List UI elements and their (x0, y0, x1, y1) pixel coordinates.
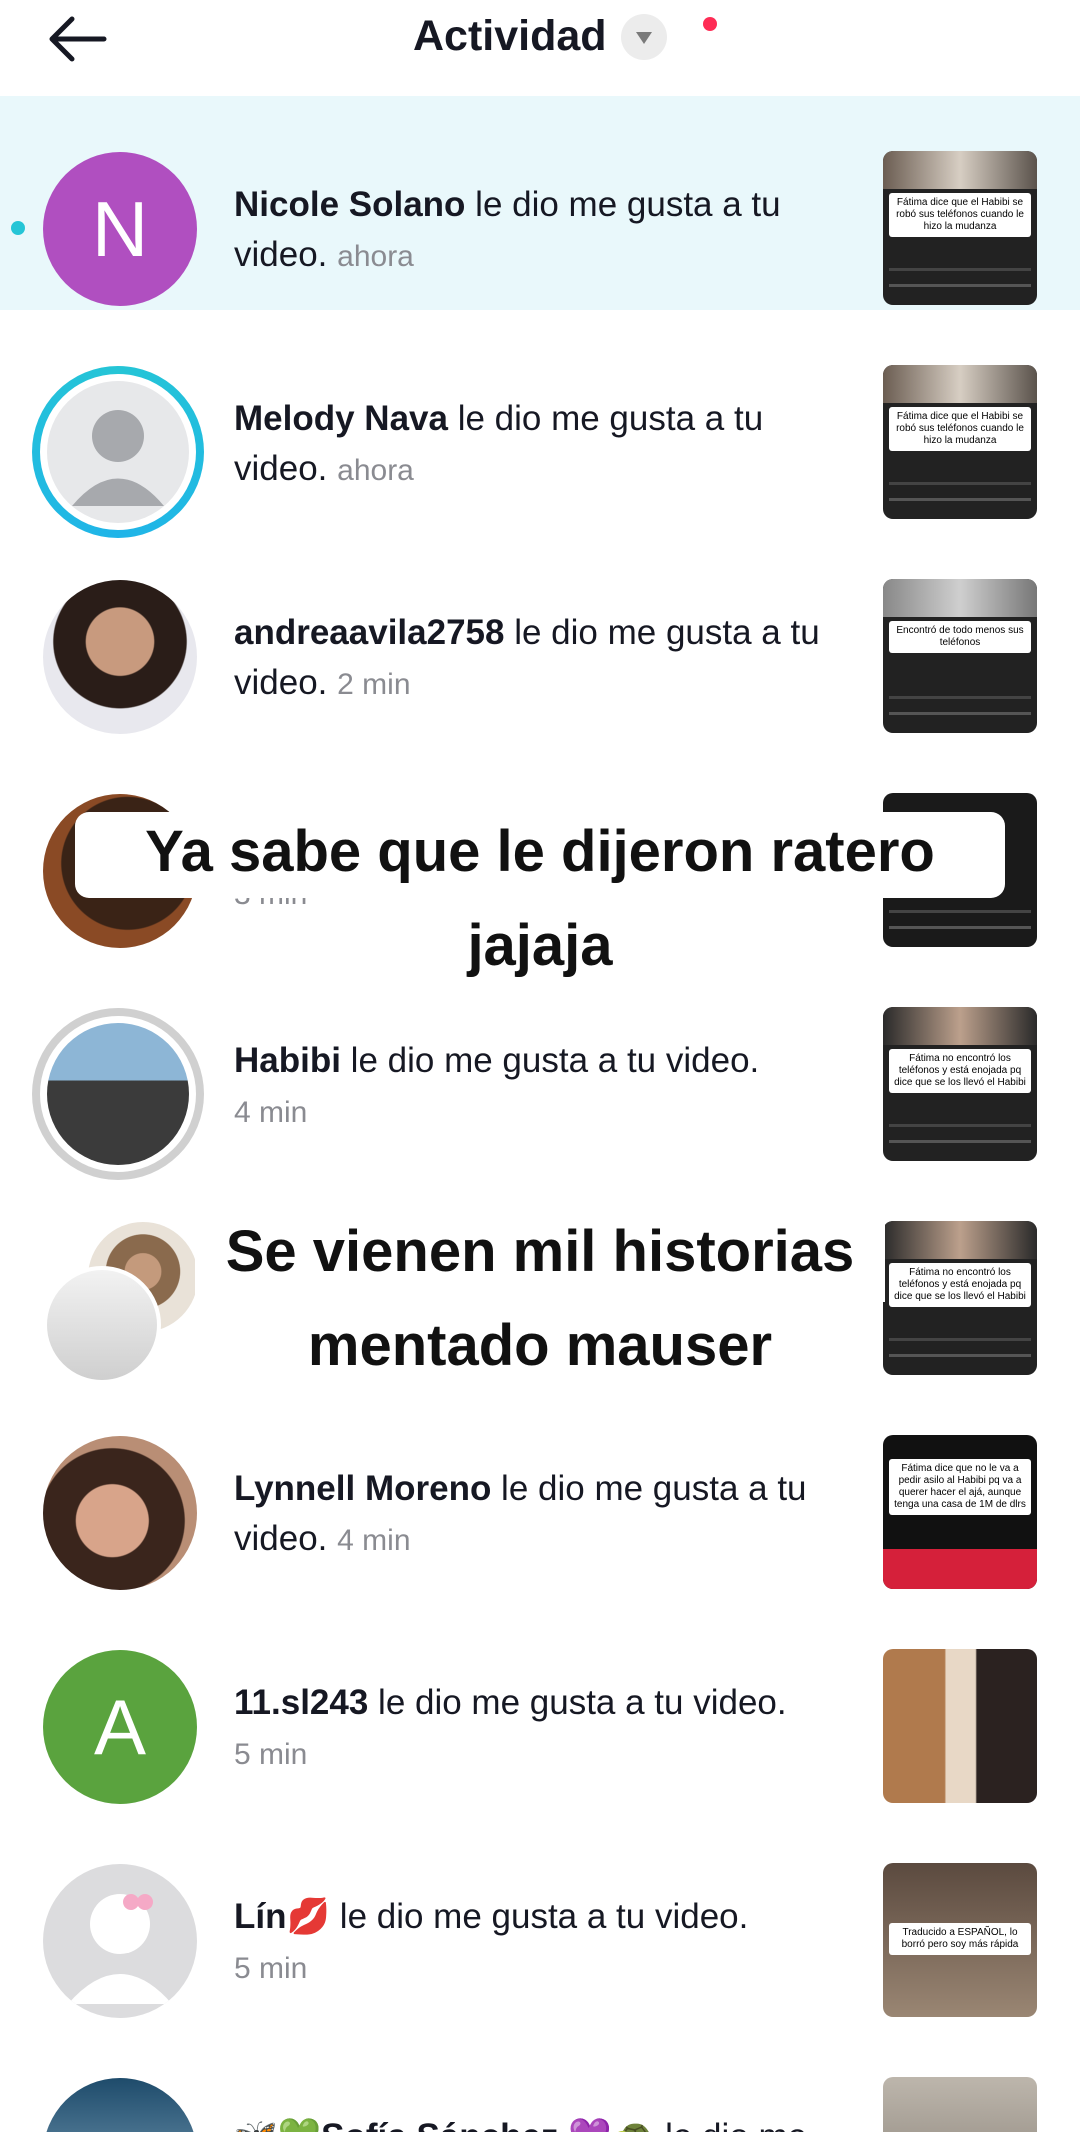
notification-text: andreaavila2758 le dio me gusta a tu vid… (234, 608, 854, 710)
avatar[interactable]: A (43, 1650, 197, 1804)
thumbnail-caption: Fátima no encontró los teléfonos y está … (889, 1049, 1031, 1093)
video-thumbnail[interactable]: Traducido a ESPAÑOL, lo borró pero soy m… (883, 1863, 1037, 2017)
notification-row[interactable]: andreaavila2758 le dio me gusta a tu vid… (0, 524, 1080, 738)
activity-list[interactable]: N Nicole Solano le dio me gusta a tu vid… (0, 96, 1080, 2132)
timestamp: 2 min (337, 668, 411, 701)
page-title: Actividad (413, 12, 607, 60)
dropdown-icon[interactable] (621, 13, 667, 60)
notification-text: Nicole Solano le dio me gusta a tu video… (234, 180, 854, 282)
notification-text: Habibi le dio me gusta a tu video. 4 min (234, 1036, 854, 1138)
notification-row[interactable]: N Nicole Solano le dio me gusta a tu vid… (0, 96, 1080, 310)
timestamp: ahora (337, 454, 414, 487)
timestamp: ahora (337, 240, 414, 273)
action-text: le dio me gusta a tu video. (340, 1041, 760, 1080)
video-thumbnail[interactable]: Fátima dice que el Habibi se robó sus te… (883, 365, 1037, 519)
avatar[interactable] (43, 580, 197, 734)
username[interactable]: Melody Nava (234, 399, 448, 438)
avatar-letter: A (93, 1683, 147, 1771)
avatar[interactable] (47, 1023, 189, 1165)
notification-text: Melody Nava le dio me gusta a tu video. … (234, 394, 854, 496)
notification-row[interactable]: Lynnell Moreno le dio me gusta a tu vide… (0, 1380, 1080, 1594)
avatar[interactable] (47, 381, 189, 523)
thumbnail-caption: Fátima dice que el Habibi se robó sus te… (889, 407, 1031, 451)
caption-line-1: Ya sabe que le dijeron ratero (145, 819, 935, 884)
notification-text: Lynnell Moreno le dio me gusta a tu vide… (234, 1464, 854, 1566)
avatar-letter: N (91, 185, 149, 273)
action-text: le dio me gusta a tu video. (330, 1897, 749, 1936)
video-thumbnail[interactable] (883, 1649, 1037, 1803)
hello-kitty-avatar-icon (68, 1894, 172, 2004)
video-thumbnail[interactable]: Fátima dice que no le va a pedir asilo a… (883, 1435, 1037, 1589)
avatar[interactable] (43, 1864, 197, 2018)
username[interactable]: Habibi (234, 1041, 341, 1080)
username[interactable]: 11.sl243 (234, 1683, 368, 1722)
action-text: le dio me gusta a tu video. (368, 1683, 787, 1722)
notification-row[interactable]: Melody Nava le dio me gusta a tu video. … (0, 310, 1080, 538)
default-avatar-icon (72, 410, 164, 506)
video-thumbnail[interactable]: Fátima no encontró los teléfonos y está … (883, 1007, 1037, 1161)
timestamp: 4 min (337, 1524, 411, 1557)
notification-row[interactable]: Lín💋 le dio me gusta a tu video. 5 min T… (0, 1808, 1080, 2022)
username[interactable]: Nicole Solano (234, 185, 465, 224)
notification-row[interactable]: 🦋💚Sofía Sánchez 💜🐢 le dio me (0, 2022, 1080, 2132)
notification-dot (703, 17, 717, 31)
avatar[interactable] (43, 1436, 197, 1590)
video-thumbnail[interactable]: Fátima dice que el Habibi se robó sus te… (883, 151, 1037, 305)
username[interactable]: andreaavila2758 (234, 613, 504, 652)
thumbnail-caption: Traducido a ESPAÑOL, lo borró pero soy m… (889, 1923, 1031, 1955)
thumbnail-caption: Fátima dice que el Habibi se robó sus te… (889, 193, 1031, 237)
username[interactable]: 🦋💚Sofía Sánchez 💜🐢 (234, 2117, 655, 2132)
username[interactable]: Lín💋 (234, 1897, 330, 1936)
notification-text: Lín💋 le dio me gusta a tu video. 5 min (234, 1892, 854, 1994)
timestamp: 5 min (234, 1738, 308, 1771)
caption-line-2: jajaja (467, 913, 613, 978)
avatar[interactable]: N (43, 152, 197, 306)
unread-dot (11, 221, 25, 235)
notification-row[interactable]: A 11.sl243 le dio me gusta a tu video. 5… (0, 1594, 1080, 1808)
action-text: le dio me (655, 2117, 807, 2132)
notification-text: 11.sl243 le dio me gusta a tu video. 5 m… (234, 1678, 854, 1780)
video-thumbnail[interactable] (883, 2077, 1037, 2132)
thumbnail-caption: Fátima dice que no le va a pedir asilo a… (889, 1459, 1031, 1515)
caption-line-4: mentado mauser (307, 1313, 773, 1378)
video-thumbnail[interactable]: Encontró de todo menos sus teléfonos (883, 579, 1037, 733)
avatar[interactable] (43, 2078, 197, 2132)
username[interactable]: Lynnell Moreno (234, 1469, 491, 1508)
timestamp: 5 min (234, 1952, 308, 1985)
timestamp: 4 min (234, 1096, 308, 1129)
header: Actividad (0, 0, 1080, 96)
caption-line-3: Se vienen mil historias (225, 1219, 855, 1284)
title-area[interactable]: Actividad (0, 12, 1080, 61)
thumbnail-caption: Encontró de todo menos sus teléfonos (889, 621, 1031, 653)
notification-text: 🦋💚Sofía Sánchez 💜🐢 le dio me (234, 2112, 854, 2132)
